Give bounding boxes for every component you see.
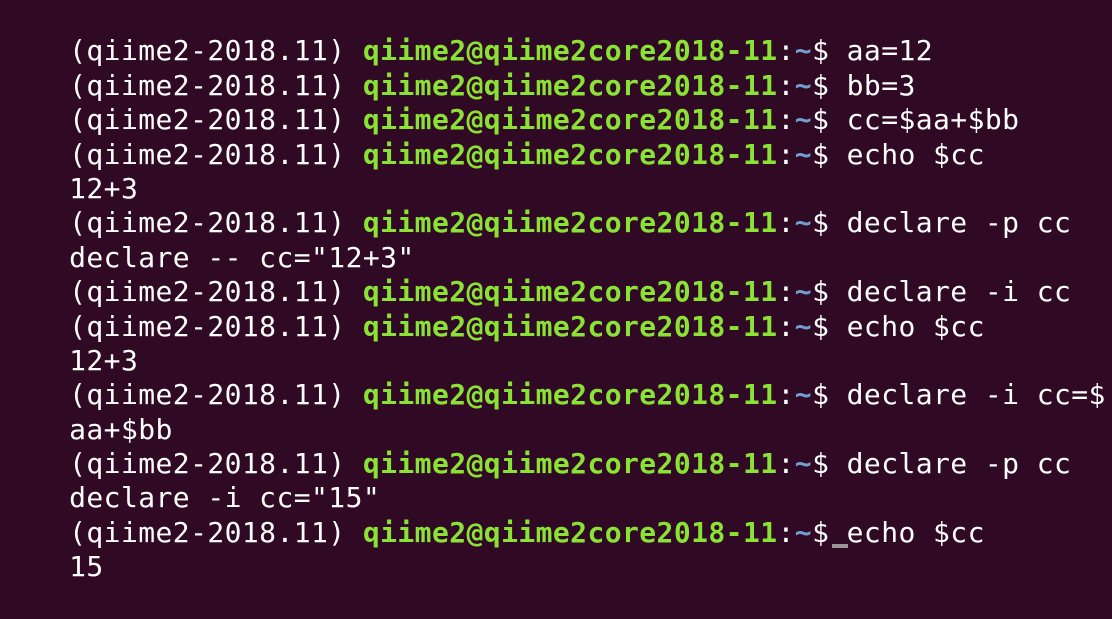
prompt-colon: :	[777, 275, 795, 309]
prompt-symbol: $	[812, 275, 847, 309]
command-text: echo $cc	[846, 137, 985, 171]
prompt-user-host: qiime2@qiime2core2018-11	[362, 206, 778, 240]
prompt-user-host: qiime2@qiime2core2018-11	[362, 34, 778, 68]
prompt-colon: :	[777, 378, 795, 412]
prompt-env: (qiime2-2018.11)	[69, 137, 363, 171]
prompt-colon: :	[777, 137, 795, 171]
terminal-window[interactable]: (qiime2-2018.11) qiime2@qiime2core2018-1…	[0, 0, 1112, 583]
prompt-symbol: $	[812, 103, 847, 137]
prompt-symbol: $	[812, 34, 847, 68]
prompt-symbol: $	[812, 137, 847, 171]
text-cursor	[832, 544, 848, 548]
command-text: echo $cc	[846, 515, 985, 549]
prompt-path: ~	[794, 68, 813, 102]
terminal-line: (qiime2-2018.11) qiime2@qiime2core2018-1…	[0, 172, 1112, 239]
prompt-colon: :	[777, 309, 795, 343]
output-text: declare -i cc="15"	[69, 481, 381, 515]
prompt-env: (qiime2-2018.11)	[69, 447, 363, 481]
output-text: aa+$bb	[69, 412, 173, 446]
prompt-colon: :	[777, 103, 795, 137]
prompt-path: ~	[794, 515, 813, 549]
prompt-colon: :	[777, 206, 795, 240]
prompt-env: (qiime2-2018.11)	[69, 378, 363, 412]
command-text: declare -p cc	[846, 447, 1072, 481]
prompt-path: ~	[794, 275, 813, 309]
prompt-env: (qiime2-2018.11)	[69, 68, 363, 102]
prompt-path: ~	[794, 309, 813, 343]
prompt-env: (qiime2-2018.11)	[69, 103, 363, 137]
prompt-path: ~	[794, 447, 813, 481]
prompt-env: (qiime2-2018.11)	[69, 206, 363, 240]
prompt-user-host: qiime2@qiime2core2018-11	[362, 68, 778, 102]
prompt-env: (qiime2-2018.11)	[69, 275, 363, 309]
prompt-user-host: qiime2@qiime2core2018-11	[362, 447, 778, 481]
command-text: aa=12	[846, 34, 934, 68]
prompt-user-host: qiime2@qiime2core2018-11	[362, 515, 778, 549]
prompt-user-host: qiime2@qiime2core2018-11	[362, 309, 778, 343]
prompt-path: ~	[794, 378, 813, 412]
prompt-symbol: $	[812, 378, 847, 412]
prompt-symbol: $	[812, 206, 847, 240]
prompt-user-host: qiime2@qiime2core2018-11	[362, 137, 778, 171]
prompt-env: (qiime2-2018.11)	[69, 34, 363, 68]
prompt-path: ~	[794, 34, 813, 68]
command-text: declare -p cc	[846, 206, 1072, 240]
command-text: declare -i cc	[846, 275, 1072, 309]
command-text: bb=3	[846, 68, 916, 102]
prompt-colon: :	[777, 447, 795, 481]
output-text: declare -- cc="12+3"	[69, 240, 415, 274]
output-text: 12+3	[69, 171, 139, 205]
prompt-symbol: $	[812, 68, 847, 102]
prompt-user-host: qiime2@qiime2core2018-11	[362, 378, 778, 412]
prompt-symbol: $	[812, 309, 847, 343]
prompt-path: ~	[794, 206, 813, 240]
prompt-user-host: qiime2@qiime2core2018-11	[362, 275, 778, 309]
command-text: cc=$aa+$bb	[846, 103, 1020, 137]
terminal-line: (qiime2-2018.11) qiime2@qiime2core2018-1…	[0, 344, 1112, 411]
prompt-user-host: qiime2@qiime2core2018-11	[362, 103, 778, 137]
terminal-line: (qiime2-2018.11) qiime2@qiime2core2018-1…	[0, 0, 1112, 67]
output-text: 12+3	[69, 343, 139, 377]
output-text: 15	[69, 550, 104, 584]
command-text: echo $cc	[846, 309, 985, 343]
prompt-path: ~	[794, 137, 813, 171]
prompt-env: (qiime2-2018.11)	[69, 309, 363, 343]
command-text: declare -i cc=$	[846, 378, 1106, 412]
prompt-symbol: $	[812, 447, 847, 481]
prompt-env: (qiime2-2018.11)	[69, 515, 363, 549]
prompt-colon: :	[777, 34, 795, 68]
prompt-path: ~	[794, 103, 813, 137]
prompt-colon: :	[777, 515, 795, 549]
prompt-colon: :	[777, 68, 795, 102]
